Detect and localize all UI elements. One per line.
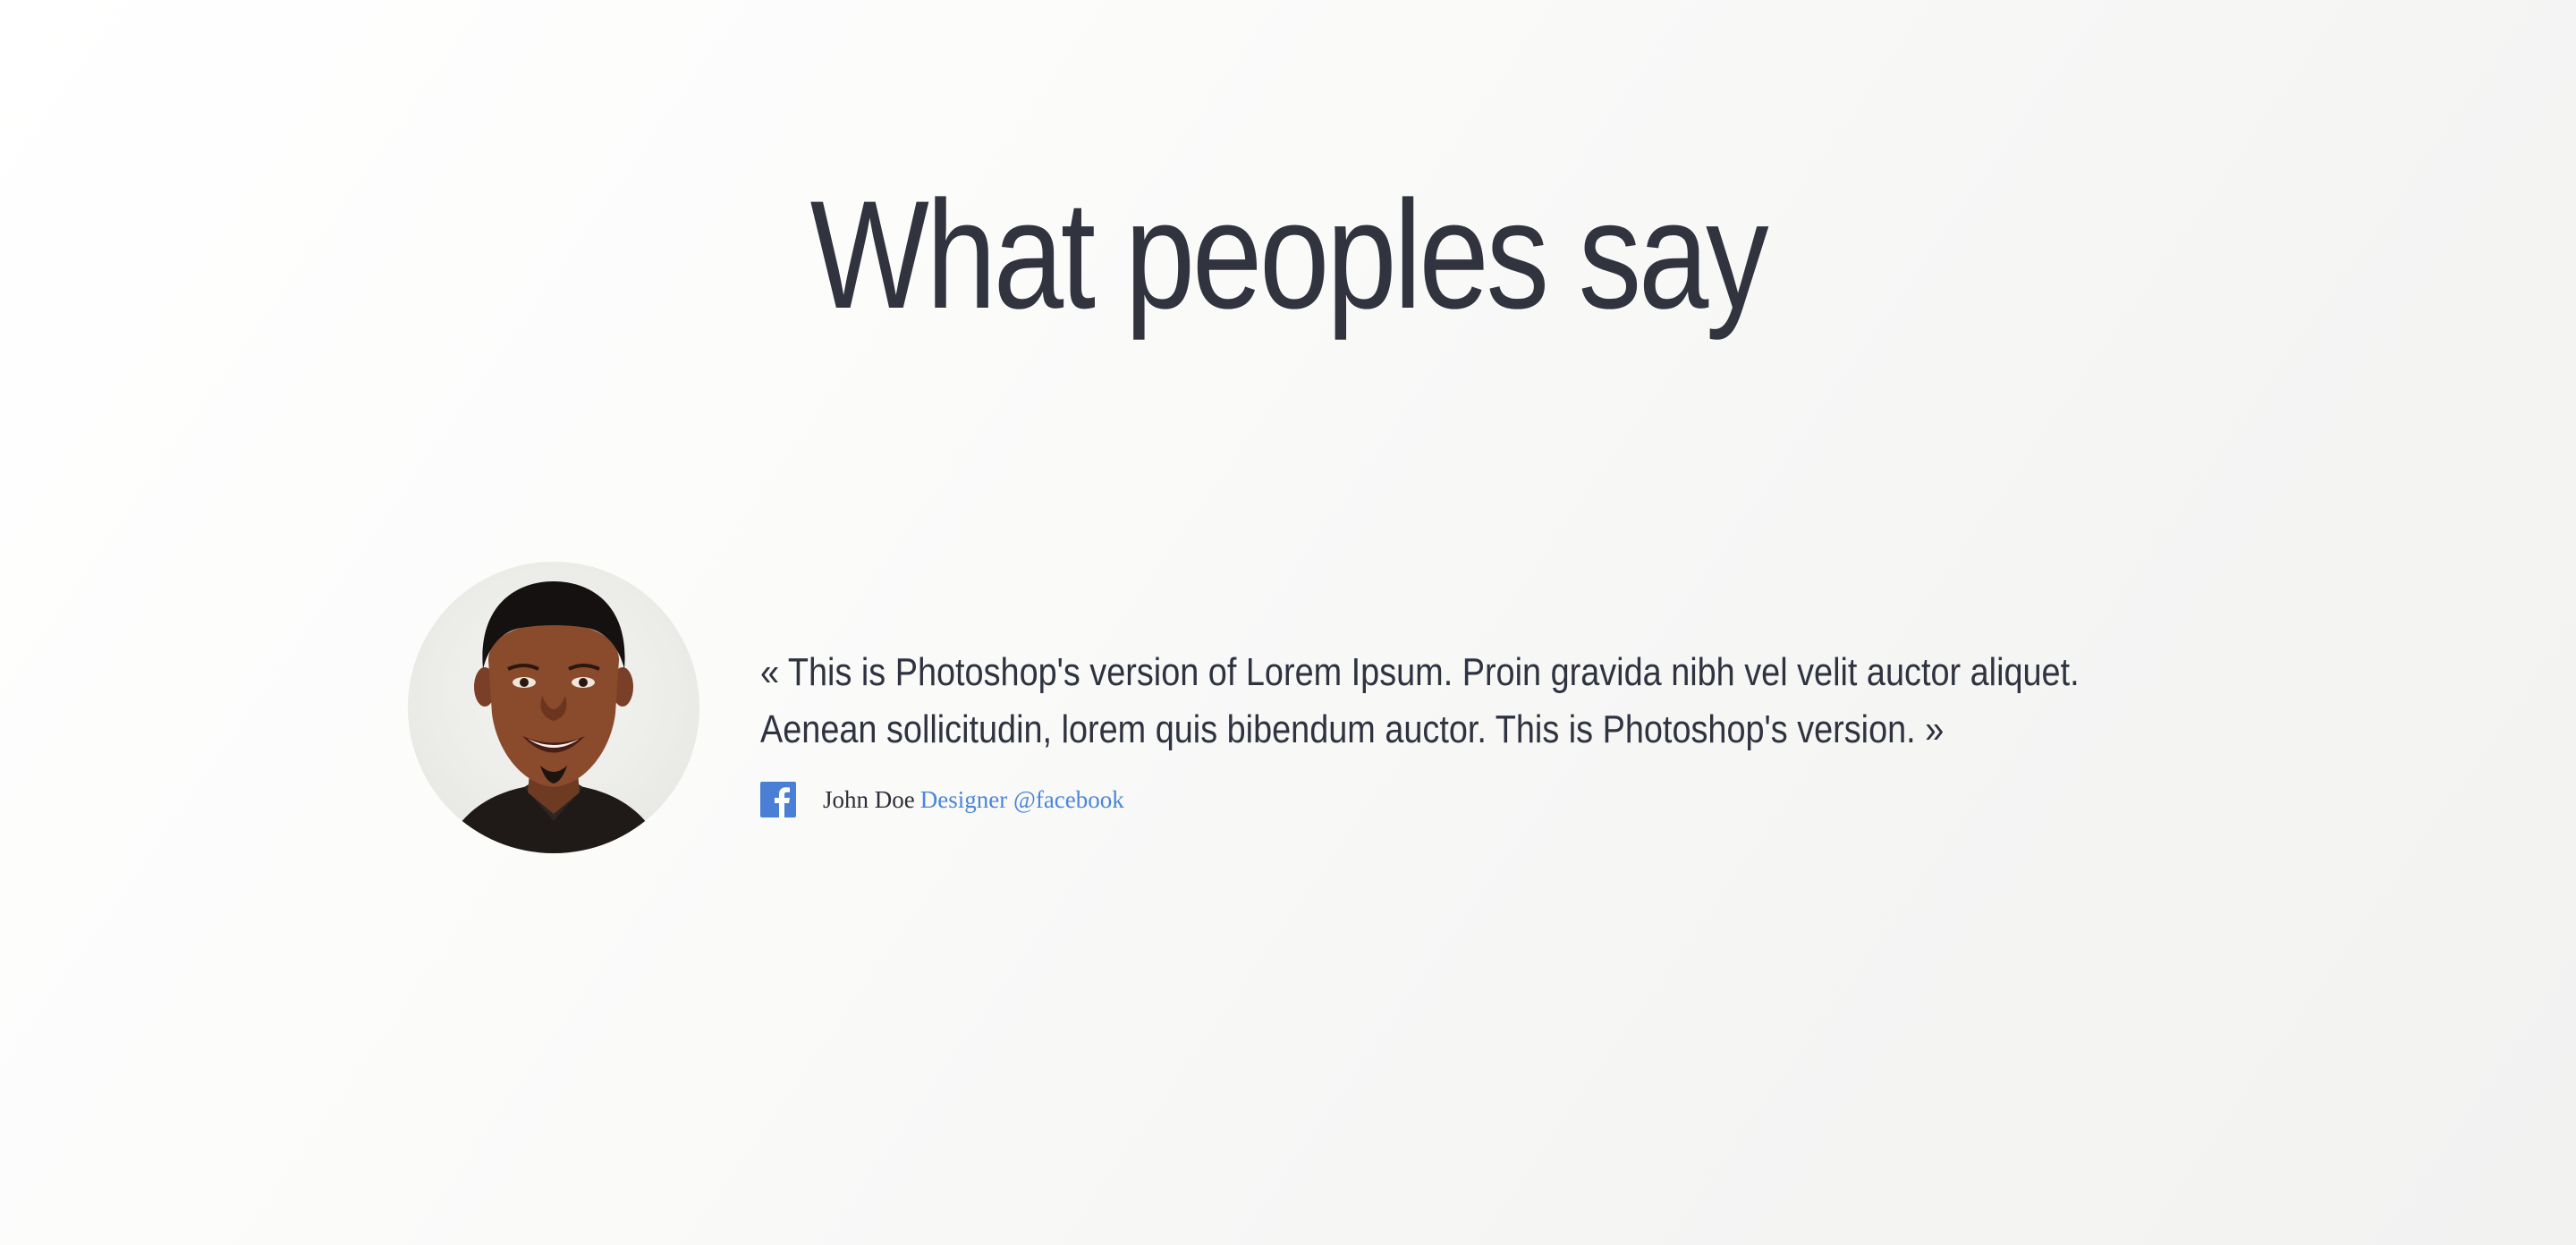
facebook-icon[interactable] [760,782,796,817]
author-role-link[interactable]: Designer @facebook [920,786,1124,814]
section-title: What peoples say [809,169,1769,341]
author-name: John Doe [823,785,915,813]
testimonial-card: « This is Photoshop's version of Lorem I… [408,562,2197,857]
avatar [408,562,699,853]
testimonials-section: What peoples say « This is Photoshop's v… [0,0,2576,1245]
quote-line-1: « This is Photoshop's version of Lorem I… [760,650,2080,694]
testimonial-quote: « This is Photoshop's version of Lorem I… [760,644,2080,758]
avatar-portrait-image [444,581,664,853]
quote-line-2: Aenean sollicitudin, lorem quis bibendum… [760,707,1945,751]
author-info: John Doe Designer @facebook [760,781,1124,818]
